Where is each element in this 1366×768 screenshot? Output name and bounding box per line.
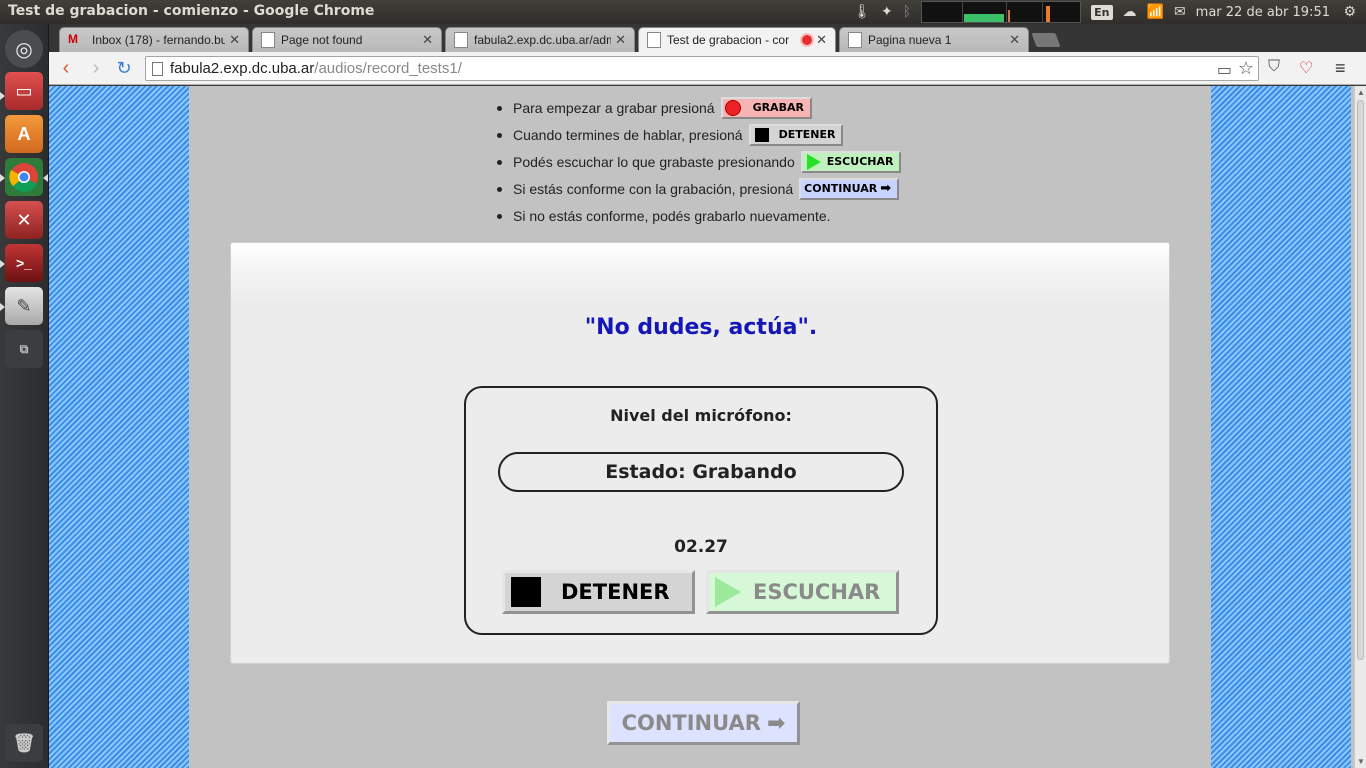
- url-path: /audios/record_tests1/: [314, 60, 462, 77]
- text-editor-icon[interactable]: ✎: [5, 287, 43, 325]
- recording-timer: 02.27: [674, 537, 728, 557]
- page-icon: [647, 32, 661, 48]
- stop-square-icon: [754, 127, 769, 142]
- back-icon[interactable]: ‹: [55, 58, 77, 80]
- play-icon: [715, 577, 741, 607]
- new-tab-button[interactable]: [1031, 33, 1061, 47]
- arrow-right-icon: ➡: [880, 181, 892, 196]
- forward-icon[interactable]: ›: [85, 58, 107, 80]
- right-stripe-decoration: [1211, 86, 1351, 768]
- arrow-right-icon: ➡: [766, 710, 786, 736]
- camera-icon[interactable]: ▭: [1217, 60, 1232, 80]
- gmail-icon: M: [68, 32, 78, 46]
- url-host: fabula2.exp.dc.uba.ar: [170, 60, 315, 77]
- power-gear-icon[interactable]: ⚙: [1343, 4, 1356, 20]
- keyboard-layout-indicator[interactable]: En: [1091, 4, 1113, 20]
- play-icon: [806, 153, 821, 170]
- tab-fabula-admin[interactable]: fabula2.exp.dc.uba.ar/adm ✕: [445, 27, 635, 52]
- mail-icon[interactable]: ✉: [1174, 4, 1186, 20]
- bluetooth-icon[interactable]: ᛒ: [903, 4, 911, 20]
- continuar-mini-button: CONTINUAR ➡: [799, 177, 900, 200]
- system-tray: 🌡 ✦ ᛒ En ☁ 📶 ✉ mar 22 de abr 19:51 ⚙: [853, 0, 1366, 24]
- cloud-icon[interactable]: ☁: [1123, 4, 1137, 20]
- clock[interactable]: mar 22 de abr 19:51: [1196, 5, 1330, 20]
- escuchar-mini-button: ESCUCHAR: [800, 150, 902, 173]
- scrollbar-thumb[interactable]: [1357, 100, 1364, 660]
- thermometer-icon[interactable]: 🌡: [853, 4, 871, 20]
- bookmark-star-icon[interactable]: ☆: [1238, 58, 1254, 79]
- pocket-icon[interactable]: ⛉: [1268, 58, 1280, 76]
- close-tab-icon[interactable]: ✕: [615, 32, 626, 48]
- files-icon[interactable]: ▭: [5, 72, 43, 110]
- menu-icon[interactable]: ≡: [1335, 58, 1346, 79]
- status-indicator: Estado: Grabando: [498, 452, 904, 492]
- network-signal-icon[interactable]: 📶: [1147, 4, 1164, 20]
- recording-indicator-icon: [802, 35, 813, 45]
- stop-button[interactable]: DETENER: [502, 570, 695, 614]
- tab-pagina-nueva[interactable]: Pagina nueva 1 ✕: [839, 27, 1029, 52]
- recording-panel: "No dudes, actúa". Nivel del micrófono: …: [230, 242, 1170, 664]
- list-item: Si estás conforme con la grabación, pres…: [493, 175, 901, 202]
- close-tab-icon[interactable]: ✕: [422, 32, 433, 48]
- browser-toolbar: ‹ › ↻ fabula2.exp.dc.uba.ar/audios/recor…: [49, 52, 1366, 85]
- dropbox-icon[interactable]: ✦: [881, 4, 893, 20]
- stop-square-icon: [511, 577, 541, 607]
- page-scrollbar[interactable]: ▲ ▼: [1354, 86, 1366, 768]
- record-dot-icon: [724, 99, 741, 116]
- close-tab-icon[interactable]: ✕: [816, 32, 827, 48]
- launcher: ◎ ▭ A ✕ >_ ✎ ⧉ 🗑: [0, 24, 49, 768]
- list-item: Si no estás conforme, podés grabarlo nue…: [493, 202, 901, 229]
- phrase-to-read: "No dudes, actúa".: [584, 315, 818, 340]
- address-bar[interactable]: fabula2.exp.dc.uba.ar/audios/record_test…: [145, 56, 1259, 81]
- close-tab-icon[interactable]: ✕: [229, 32, 240, 48]
- listen-button[interactable]: ESCUCHAR: [706, 570, 899, 614]
- terminal-icon[interactable]: >_: [5, 244, 43, 282]
- browser-window: M Inbox (178) - fernando.bu ✕ Page not f…: [49, 24, 1366, 768]
- list-item: Para empezar a grabar presioná GRABAR: [493, 94, 901, 121]
- detener-mini-button: DETENER: [748, 123, 844, 146]
- list-item: Cuando termines de hablar, presioná DETE…: [493, 121, 901, 148]
- scroll-up-icon[interactable]: ▲: [1357, 88, 1365, 97]
- top-panel: Test de grabacion - comienzo - Google Ch…: [0, 0, 1366, 24]
- page-icon: [848, 32, 862, 48]
- instructions-list: Para empezar a grabar presioná GRABAR Cu…: [493, 94, 902, 229]
- page-icon: [152, 62, 163, 76]
- page-icon: [454, 32, 468, 48]
- mic-level-label: Nivel del micrófono:: [610, 406, 792, 425]
- continue-button[interactable]: CONTINUAR ➡: [607, 701, 800, 745]
- list-item: Podés escuchar lo que grabaste presionan…: [493, 148, 902, 175]
- tab-test-grabacion[interactable]: Test de grabacion - cor ✕: [638, 27, 836, 52]
- chrome-icon[interactable]: [5, 158, 43, 196]
- page-icon: [261, 32, 275, 48]
- dash-home-icon[interactable]: ◎: [5, 30, 43, 68]
- extension-heart-icon[interactable]: ♡: [1299, 58, 1313, 78]
- tab-strip: M Inbox (178) - fernando.bu ✕ Page not f…: [49, 24, 1366, 52]
- web-page: Para empezar a grabar presioná GRABAR Cu…: [49, 86, 1354, 768]
- window-title: Test de grabacion - comienzo - Google Ch…: [8, 3, 375, 19]
- workspaces-icon[interactable]: ⧉: [5, 330, 43, 368]
- grabar-mini-button: GRABAR: [720, 96, 812, 119]
- tab-page-not-found[interactable]: Page not found ✕: [252, 27, 442, 52]
- trash-icon[interactable]: 🗑: [5, 724, 43, 762]
- tab-inbox[interactable]: M Inbox (178) - fernando.bu ✕: [59, 27, 249, 52]
- scroll-down-icon[interactable]: ▼: [1357, 757, 1365, 766]
- system-settings-icon[interactable]: ✕: [5, 201, 43, 239]
- software-center-icon[interactable]: A: [5, 115, 43, 153]
- recorder-box: Nivel del micrófono: Estado: Grabando 02…: [464, 386, 938, 635]
- reload-icon[interactable]: ↻: [113, 58, 135, 80]
- left-stripe-decoration: [49, 86, 189, 768]
- system-monitor-graph[interactable]: [921, 1, 1082, 23]
- close-tab-icon[interactable]: ✕: [1009, 32, 1020, 48]
